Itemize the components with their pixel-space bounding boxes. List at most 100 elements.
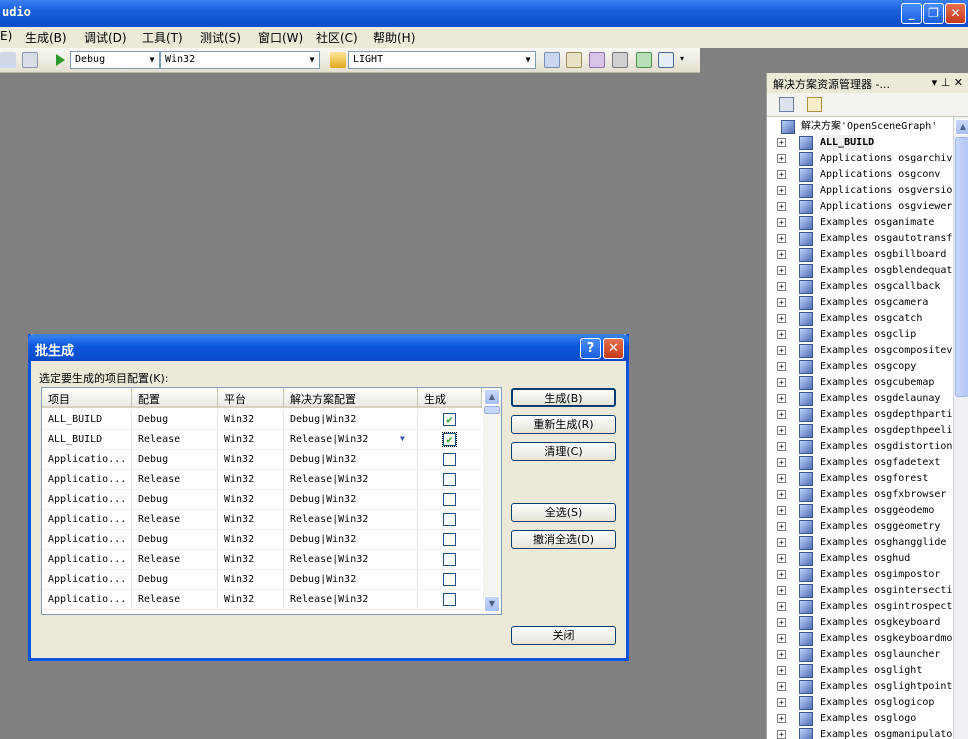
- expand-icon[interactable]: +: [777, 234, 786, 243]
- toolbar-overflow-icon[interactable]: ▾: [680, 54, 684, 63]
- table-row[interactable]: Applicatio... Debug Win32 Debug|Win32: [42, 490, 482, 510]
- panel-pin-controls[interactable]: ▾ ⊥ ✕: [932, 76, 963, 89]
- table-row[interactable]: ALL_BUILD Release Win32 Release|Win32 ▼ ✔: [42, 430, 482, 450]
- expand-icon[interactable]: +: [777, 698, 786, 707]
- find-combo[interactable]: LIGHT ▼: [348, 51, 536, 69]
- chevron-down-icon[interactable]: ▼: [400, 434, 405, 443]
- menu-item-help[interactable]: 帮助(H): [373, 29, 415, 46]
- menu-item-tools[interactable]: 工具(T): [142, 29, 183, 46]
- col-platform[interactable]: 平台: [218, 388, 284, 408]
- properties-icon[interactable]: [779, 97, 794, 112]
- rebuild-button[interactable]: 重新生成(R): [511, 415, 616, 434]
- scroll-up-icon[interactable]: ▲: [484, 389, 500, 405]
- scroll-up-icon[interactable]: ▲: [955, 119, 968, 135]
- expand-icon[interactable]: +: [777, 426, 786, 435]
- expand-icon[interactable]: +: [777, 314, 786, 323]
- expand-icon[interactable]: +: [777, 730, 786, 739]
- select-all-button[interactable]: 全选(S): [511, 503, 616, 522]
- platform-combo[interactable]: Win32 ▼: [160, 51, 320, 69]
- expand-icon[interactable]: +: [777, 474, 786, 483]
- build-checkbox[interactable]: [443, 473, 456, 486]
- expand-icon[interactable]: +: [777, 298, 786, 307]
- menu-item-debug[interactable]: 调试(D): [84, 29, 127, 46]
- maximize-button[interactable]: ❐: [923, 3, 944, 24]
- col-solution-config[interactable]: 解决方案配置: [284, 388, 418, 408]
- table-row[interactable]: Applicatio... Release Win32 Release|Win32: [42, 550, 482, 570]
- find-in-files-icon[interactable]: [330, 52, 346, 68]
- col-config[interactable]: 配置: [132, 388, 218, 408]
- expand-icon[interactable]: +: [777, 570, 786, 579]
- expand-icon[interactable]: +: [777, 170, 786, 179]
- build-checkbox[interactable]: ✔: [442, 432, 457, 447]
- table-row[interactable]: Applicatio... Release Win32 Release|Win32: [42, 590, 482, 610]
- expand-icon[interactable]: +: [777, 378, 786, 387]
- expand-icon[interactable]: +: [777, 346, 786, 355]
- build-checkbox[interactable]: [443, 553, 456, 566]
- expand-icon[interactable]: +: [777, 602, 786, 611]
- build-checkbox[interactable]: [443, 573, 456, 586]
- menu-item-test[interactable]: 测试(S): [200, 29, 241, 46]
- deselect-all-button[interactable]: 撤消全选(D): [511, 530, 616, 549]
- col-project[interactable]: 项目: [42, 388, 132, 408]
- expand-icon[interactable]: +: [777, 330, 786, 339]
- navigate-icon[interactable]: [22, 52, 38, 68]
- table-row[interactable]: Applicatio... Release Win32 Release|Win32: [42, 510, 482, 530]
- expand-icon[interactable]: +: [777, 250, 786, 259]
- table-row[interactable]: Applicatio... Release Win32 Release|Win32: [42, 470, 482, 490]
- expand-icon[interactable]: +: [777, 714, 786, 723]
- scroll-thumb[interactable]: [484, 406, 500, 414]
- solution-config-combo[interactable]: Debug ▼: [70, 51, 160, 69]
- start-page-icon[interactable]: [636, 52, 652, 68]
- expand-icon[interactable]: +: [777, 266, 786, 275]
- expand-icon[interactable]: +: [777, 394, 786, 403]
- expand-icon[interactable]: +: [777, 458, 786, 467]
- build-checkbox[interactable]: [443, 453, 456, 466]
- scroll-thumb[interactable]: [955, 137, 968, 397]
- expand-icon[interactable]: +: [777, 634, 786, 643]
- expand-icon[interactable]: +: [777, 154, 786, 163]
- build-checkbox[interactable]: [443, 593, 456, 606]
- command-window-icon[interactable]: [658, 52, 674, 68]
- menu-item-build[interactable]: 生成(B): [25, 29, 67, 46]
- table-row[interactable]: Applicatio... Debug Win32 Debug|Win32: [42, 450, 482, 470]
- build-checkbox[interactable]: [443, 533, 456, 546]
- expand-icon[interactable]: +: [777, 522, 786, 531]
- expand-icon[interactable]: +: [777, 586, 786, 595]
- expand-icon[interactable]: +: [777, 618, 786, 627]
- expand-icon[interactable]: +: [777, 650, 786, 659]
- dialog-close-action-button[interactable]: 关闭: [511, 626, 616, 645]
- toolbox-icon[interactable]: [612, 52, 628, 68]
- build-checkbox[interactable]: [443, 493, 456, 506]
- table-row[interactable]: ALL_BUILD Debug Win32 Debug|Win32 ✔: [42, 410, 482, 430]
- redo-icon[interactable]: [0, 52, 16, 68]
- table-row[interactable]: Applicatio... Debug Win32 Debug|Win32: [42, 530, 482, 550]
- show-all-files-icon[interactable]: [807, 97, 822, 112]
- expand-icon[interactable]: +: [777, 538, 786, 547]
- expand-icon[interactable]: +: [777, 554, 786, 563]
- col-build[interactable]: 生成: [418, 388, 482, 408]
- expand-icon[interactable]: +: [777, 138, 786, 147]
- scroll-down-icon[interactable]: ▼: [484, 596, 500, 612]
- tree-scrollbar[interactable]: ▲: [953, 117, 968, 739]
- properties-icon[interactable]: [566, 52, 582, 68]
- minimize-button[interactable]: _: [901, 3, 922, 24]
- close-window-button[interactable]: ✕: [945, 3, 966, 24]
- dialog-close-button[interactable]: ✕: [603, 338, 624, 359]
- start-debug-icon[interactable]: [52, 52, 68, 68]
- object-browser-icon[interactable]: [589, 52, 605, 68]
- table-row[interactable]: Applicatio... Debug Win32 Debug|Win32: [42, 570, 482, 590]
- solution-explorer-icon[interactable]: [544, 52, 560, 68]
- menu-item-edit[interactable]: E): [0, 29, 12, 43]
- build-button[interactable]: 生成(B): [511, 388, 616, 407]
- expand-icon[interactable]: +: [777, 282, 786, 291]
- expand-icon[interactable]: +: [777, 490, 786, 499]
- expand-icon[interactable]: +: [777, 442, 786, 451]
- expand-icon[interactable]: +: [777, 218, 786, 227]
- expand-icon[interactable]: +: [777, 506, 786, 515]
- expand-icon[interactable]: +: [777, 202, 786, 211]
- expand-icon[interactable]: +: [777, 410, 786, 419]
- expand-icon[interactable]: +: [777, 682, 786, 691]
- build-checkbox[interactable]: ✔: [443, 413, 456, 426]
- expand-icon[interactable]: +: [777, 666, 786, 675]
- build-checkbox[interactable]: [443, 513, 456, 526]
